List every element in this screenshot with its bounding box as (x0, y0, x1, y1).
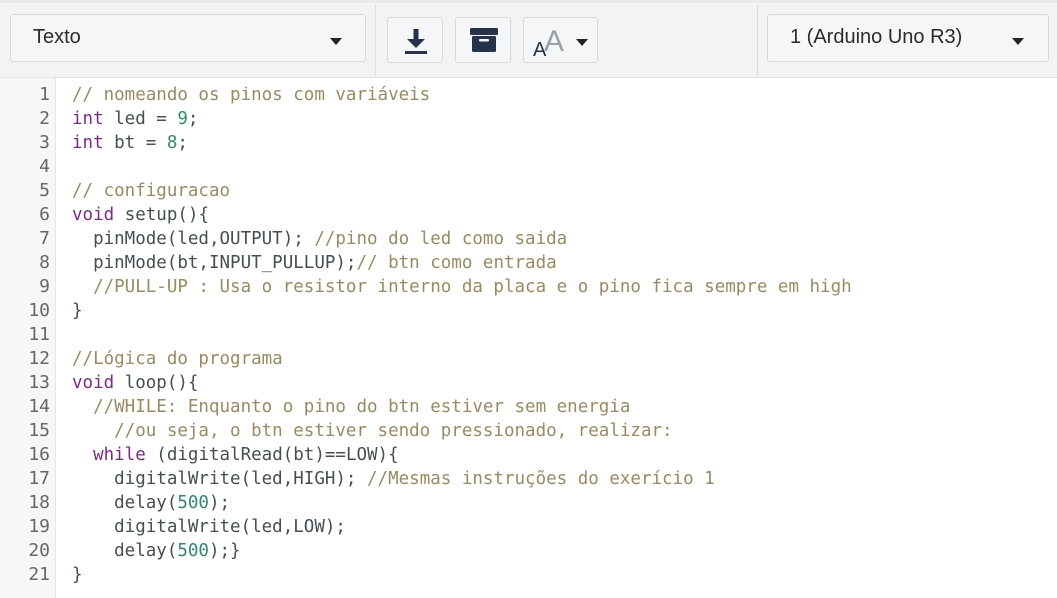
code-token-plain: pinMode(bt,INPUT_PULLUP); (72, 253, 357, 273)
chevron-down-icon (1012, 38, 1024, 45)
line-number: 12 (28, 348, 50, 369)
line-number: 7 (39, 228, 50, 249)
mode-dropdown[interactable]: Texto (10, 14, 366, 62)
code-token-plain: digitalWrite(led,HIGH); (72, 469, 368, 489)
line-number: 15 (28, 420, 50, 441)
line-number: 2 (39, 108, 50, 129)
line-number: 16 (28, 444, 50, 465)
code-line[interactable]: int bt = 8; (72, 131, 188, 155)
code-token-kw: int (72, 133, 104, 153)
line-number: 6 (39, 204, 50, 225)
code-token-plain: (digitalRead(bt)==LOW){ (145, 445, 399, 465)
font-size-button[interactable]: A A (523, 17, 598, 63)
line-number: 14 (28, 396, 50, 417)
code-token-plain: bt = (103, 133, 167, 153)
line-number-gutter: 1 2 3 4 5 6 7 8 9 10 11 12 13 14 15 16 17 18 19 20 21 (0, 78, 56, 598)
code-line[interactable]: delay(500); (72, 491, 230, 515)
code-line[interactable]: delay(500);} (72, 539, 241, 563)
code-token-comment: //WHILE: Enquanto o pino do btn estiver … (72, 397, 631, 417)
download-icon (405, 29, 427, 54)
code-line[interactable]: void loop(){ (72, 371, 198, 395)
code-token-num: 500 (177, 541, 209, 561)
code-token-num: 500 (177, 493, 209, 513)
toolbar-divider (375, 4, 376, 76)
code-line[interactable]: pinMode(led,OUTPUT); //pino do led como … (72, 227, 567, 251)
code-line[interactable]: digitalWrite(led,HIGH); //Mesmas instruç… (72, 467, 715, 491)
code-token-plain: ; (187, 109, 199, 129)
code-token-comment: // btn como entrada (356, 253, 557, 273)
code-line[interactable]: while (digitalRead(bt)==LOW){ (72, 443, 399, 467)
code-token-plain: loop(){ (114, 373, 199, 393)
code-token-kw: int (72, 109, 104, 129)
line-number: 17 (28, 468, 50, 489)
line-number: 18 (28, 492, 50, 513)
code-token-plain: );} (208, 541, 241, 561)
mode-dropdown-value: Texto (33, 26, 81, 48)
line-number: 5 (39, 180, 50, 201)
code-token-plain: led = (103, 109, 178, 129)
code-token-plain: digitalWrite(led,LOW); (72, 517, 346, 537)
code-line[interactable]: digitalWrite(led,LOW); (72, 515, 346, 539)
line-number: 20 (28, 540, 50, 561)
line-number: 4 (39, 156, 50, 177)
line-number: 3 (39, 132, 50, 153)
line-number: 10 (28, 300, 50, 321)
line-number: 8 (39, 252, 50, 273)
code-token-plain: delay( (72, 493, 178, 513)
chevron-down-icon (576, 39, 588, 46)
code-line[interactable]: } (72, 299, 83, 323)
line-number: 11 (28, 324, 50, 345)
code-line[interactable]: //WHILE: Enquanto o pino do btn estiver … (72, 395, 630, 419)
code-line[interactable]: //PULL-UP : Usa o resistor interno da pl… (72, 275, 852, 299)
code-token-comment: //Mesmas instruções do exerício 1 (367, 469, 715, 489)
code-token-comment: // configuracao (72, 181, 231, 201)
code-token-plain: } (72, 565, 83, 585)
code-token-plain: ); (208, 493, 231, 513)
toolbar-top-border (0, 0, 1057, 3)
line-number: 19 (28, 516, 50, 537)
code-line[interactable]: // nomeando os pinos com variáveis (72, 83, 430, 107)
code-token-plain: setup(){ (114, 205, 209, 225)
code-token-comment: //ou seja, o btn estiver sendo pressiona… (72, 421, 673, 441)
code-token-num: 9 (177, 109, 188, 129)
code-line[interactable]: int led = 9; (72, 107, 198, 131)
toolbar-divider (757, 4, 758, 76)
code-token-kw: void (72, 205, 115, 225)
code-line[interactable]: //ou seja, o btn estiver sendo pressiona… (72, 419, 673, 443)
code-token-comment: //pino do led como saida (314, 229, 568, 249)
archive-box-icon (470, 28, 498, 52)
code-line[interactable]: //Lógica do programa (72, 347, 283, 371)
download-button[interactable] (387, 17, 443, 63)
code-line[interactable]: void setup(){ (72, 203, 209, 227)
code-line[interactable]: // configuracao (72, 179, 230, 203)
line-number: 21 (28, 564, 50, 585)
code-token-comment: //Lógica do programa (72, 349, 283, 369)
code-token-plain: delay( (72, 541, 178, 561)
code-token-num: 8 (166, 133, 178, 153)
line-number: 1 (39, 84, 50, 105)
board-dropdown[interactable]: 1 (Arduino Uno R3) (767, 14, 1049, 62)
chevron-down-icon (330, 38, 342, 45)
line-number: 9 (39, 276, 50, 297)
code-token-plain: } (72, 301, 83, 321)
code-token-kw: while (93, 445, 146, 465)
components-button[interactable] (455, 17, 511, 63)
code-line[interactable]: pinMode(bt,INPUT_PULLUP);// btn como ent… (72, 251, 557, 275)
code-token-plain: pinMode(led,OUTPUT); (72, 229, 315, 249)
code-token-plain: ; (177, 133, 188, 153)
svg-text:A: A (544, 25, 564, 58)
code-editor[interactable]: 1 2 3 4 5 6 7 8 9 10 11 12 13 14 15 16 17 18 19 20 21 // nom… (0, 78, 1057, 598)
line-number: 13 (28, 372, 50, 393)
board-dropdown-value: 1 (Arduino Uno R3) (790, 26, 963, 48)
font-size-icon: A A (533, 25, 564, 58)
code-line[interactable]: } (72, 563, 83, 587)
code-token-kw: void (72, 373, 115, 393)
code-token-comment: //PULL-UP : Usa o resistor interno da pl… (72, 277, 852, 297)
editor-toolbar: Texto A A 1 (Arduino Uno R3) (0, 0, 1057, 78)
code-token-comment: // nomeando os pinos com variáveis (72, 85, 431, 105)
